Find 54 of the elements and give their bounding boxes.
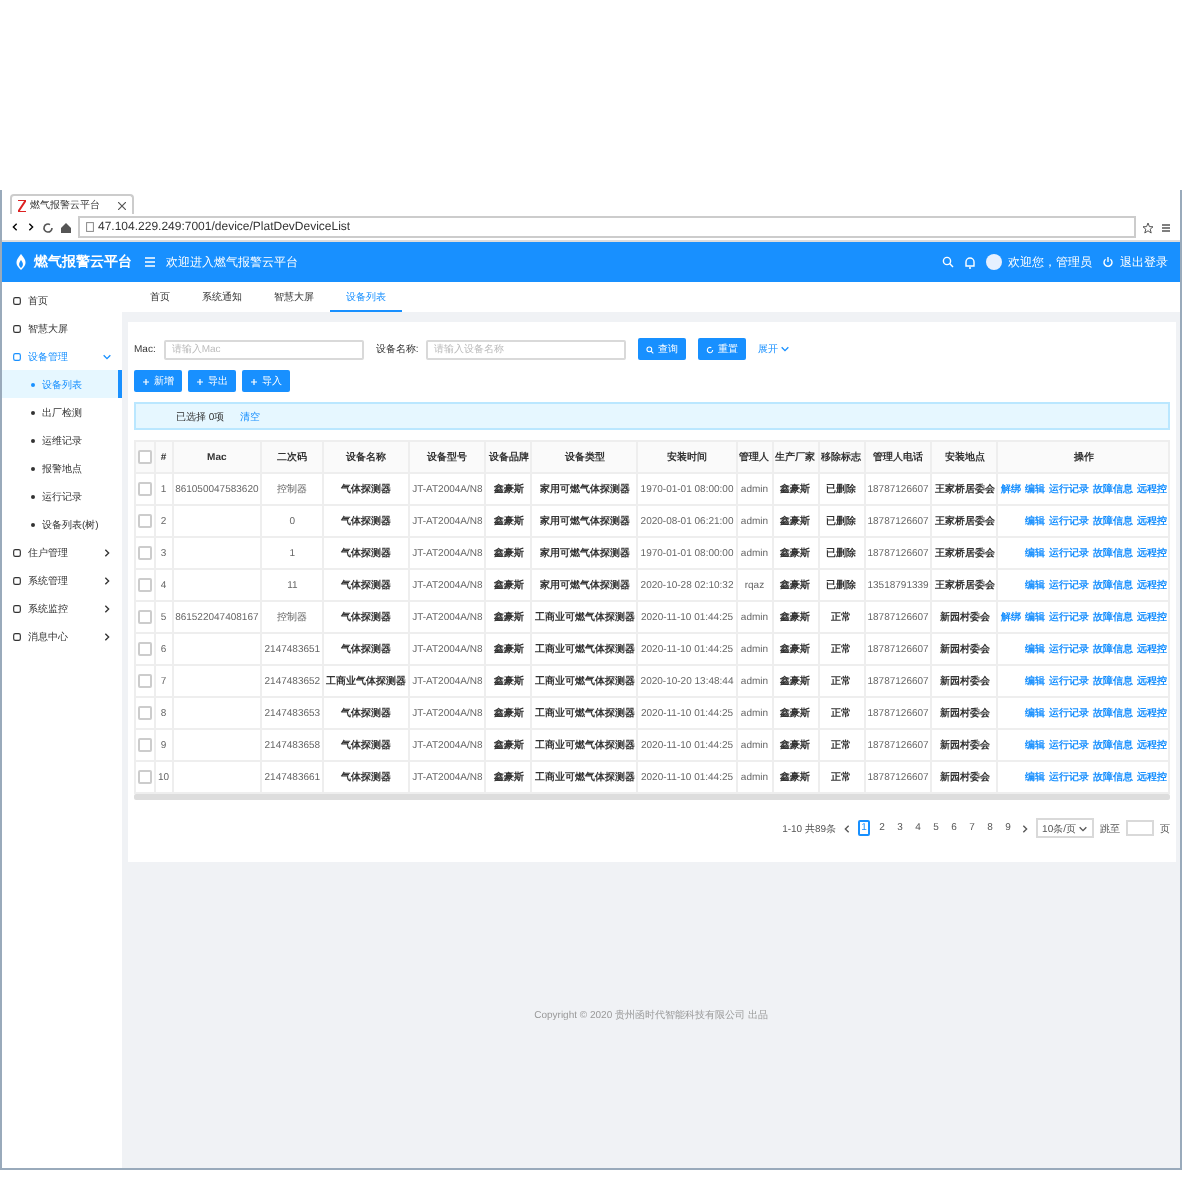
bullet-icon [30, 521, 36, 527]
reload-icon [706, 345, 715, 353]
checkbox[interactable] [138, 578, 152, 592]
favicon-icon [18, 199, 26, 211]
power-icon[interactable] [1102, 256, 1114, 268]
search-icon[interactable] [942, 256, 954, 268]
next-icon [1020, 823, 1031, 833]
menu-item-icon [12, 547, 22, 557]
close-icon[interactable] [118, 201, 126, 209]
caret-icon [102, 575, 112, 585]
scrollbar[interactable] [134, 794, 1170, 800]
avatar[interactable] [986, 254, 1002, 270]
previous-icon [842, 823, 853, 833]
caret-icon [102, 631, 112, 641]
flame-icon [14, 254, 28, 270]
page-icon [86, 222, 94, 232]
caret-icon [102, 603, 112, 613]
star-icon[interactable] [1142, 221, 1154, 233]
toolbar-icon [142, 377, 150, 385]
reload-icon[interactable] [42, 221, 54, 233]
checkbox[interactable] [138, 610, 152, 624]
menu-item-icon [12, 631, 22, 641]
caret-icon [102, 547, 112, 557]
bullet-icon [30, 437, 36, 443]
bullet-icon [30, 409, 36, 415]
checkbox[interactable] [138, 546, 152, 560]
caret-icon [1078, 823, 1088, 833]
menu-item-icon [12, 323, 22, 333]
checkbox[interactable] [138, 514, 152, 528]
bell-icon[interactable] [964, 255, 976, 269]
menu-item-icon [12, 295, 22, 305]
menu-item-icon [12, 351, 22, 361]
checkbox[interactable] [138, 706, 152, 720]
bullet-icon [30, 465, 36, 471]
page-input[interactable] [1126, 820, 1154, 836]
bullet-icon [30, 381, 36, 387]
menu-icon[interactable] [1160, 221, 1172, 233]
menu-item-icon [12, 575, 22, 585]
checkbox[interactable] [138, 738, 152, 752]
search-icon [646, 345, 655, 353]
checkbox[interactable] [138, 770, 152, 784]
toolbar-icon [250, 377, 258, 385]
caret-icon [102, 351, 112, 361]
checkbox[interactable] [138, 450, 152, 464]
forward-icon [26, 222, 36, 232]
checkbox[interactable] [138, 674, 152, 688]
home-icon[interactable] [60, 221, 72, 233]
checkbox[interactable] [138, 482, 152, 496]
toolbar-icon [196, 377, 204, 385]
back-icon [10, 222, 20, 232]
checkbox[interactable] [138, 642, 152, 656]
bullet-icon [30, 493, 36, 499]
caret-icon [780, 344, 791, 354]
menu-item-icon [12, 603, 22, 613]
